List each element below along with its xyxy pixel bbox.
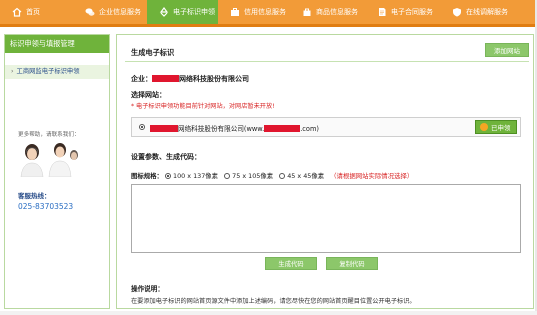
size-radio[interactable] bbox=[224, 173, 231, 179]
company-suffix: 网络科技股份有限公司 bbox=[179, 75, 249, 83]
site-text-middle: 网络科技股份有限公司(www. bbox=[178, 125, 265, 133]
size-option-75x105[interactable]: 75 x 105像素 bbox=[224, 172, 273, 180]
add-site-button[interactable]: 添加网站 bbox=[485, 43, 529, 57]
chat-bubbles-icon bbox=[85, 7, 95, 17]
site-radio[interactable] bbox=[139, 124, 145, 130]
chevron-right-icon: › bbox=[11, 68, 14, 75]
sidebar-item-label: 工商网监电子标识申领 bbox=[16, 68, 80, 75]
warning-text: * 电子标识申领功能目前针对网站，对网店暂未开放! bbox=[131, 103, 275, 110]
company-line: 企业： 网络科技股份有限公司 bbox=[131, 74, 249, 84]
nav-item-label: 首页 bbox=[26, 8, 40, 16]
icon-size-options: 图标规格： 100 x 137像素 75 x 105像素 45 x 45像素 （… bbox=[131, 171, 413, 180]
params-title: 设置参数、生成代码： bbox=[131, 153, 201, 161]
sidebar-item-e-id-apply[interactable]: › 工商网监电子标识申领 bbox=[5, 65, 109, 79]
redacted-domain bbox=[264, 125, 301, 132]
help-text: 更多帮助，请联系我们： bbox=[18, 132, 80, 138]
top-nav: 首页 企业信息服务 电子标识申领 信用信息服务 商品信息服务 电子合同服务 在线… bbox=[0, 0, 537, 27]
size-radio[interactable] bbox=[165, 173, 171, 179]
divider bbox=[125, 61, 529, 62]
shield-icon bbox=[452, 7, 462, 17]
size-option-label: 45 x 45像素 bbox=[287, 172, 325, 180]
nav-item-label: 企业信息服务 bbox=[99, 8, 141, 16]
copy-code-button[interactable]: 复制代码 bbox=[326, 257, 378, 270]
nav-item-home[interactable]: 首页 bbox=[0, 0, 73, 24]
sidebar-title: 标识申领与填报管理 bbox=[5, 35, 109, 53]
document-icon bbox=[377, 7, 387, 17]
hotline: 客服热线： 025-83703523 bbox=[18, 190, 73, 211]
size-option-label: 100 x 137像素 bbox=[173, 172, 219, 180]
applied-button[interactable]: 已申领 bbox=[475, 120, 517, 134]
customer-service-image bbox=[18, 139, 80, 178]
redacted-company-name bbox=[152, 75, 179, 82]
hotline-number[interactable]: 025-83703523 bbox=[18, 202, 73, 211]
site-text-end: .com) bbox=[300, 125, 319, 133]
nav-item-goods-info[interactable]: 商品信息服务 bbox=[290, 0, 365, 24]
nav-item-credit-info[interactable]: 信用信息服务 bbox=[218, 0, 290, 24]
nav-item-label: 信用信息服务 bbox=[244, 8, 286, 16]
nav-item-e-id-apply[interactable]: 电子标识申领 bbox=[147, 0, 218, 24]
nav-item-e-contract[interactable]: 电子合同服务 bbox=[365, 0, 440, 24]
instructions-text: 在要添加电子标识的网站首页源文件中添加上述编码，请您尽快在您的网站首页醒目位置公… bbox=[131, 298, 416, 305]
nav-item-online-mediation[interactable]: 在线调解服务 bbox=[440, 0, 537, 24]
hotline-label: 客服热线： bbox=[18, 192, 51, 200]
bag-icon bbox=[302, 7, 312, 17]
code-output-textarea[interactable] bbox=[131, 184, 521, 253]
size-hint: （请根据网站实际情况选择） bbox=[330, 172, 414, 180]
nav-item-label: 电子合同服务 bbox=[391, 8, 433, 16]
page-title: 生成电子标识 bbox=[131, 48, 175, 57]
size-label: 图标规格： bbox=[131, 172, 163, 180]
home-icon bbox=[12, 7, 22, 17]
size-radio[interactable] bbox=[279, 173, 286, 179]
instructions-title: 操作说明： bbox=[131, 285, 164, 293]
generate-code-button[interactable]: 生成代码 bbox=[265, 257, 317, 270]
size-option-45x45[interactable]: 45 x 45像素 bbox=[279, 172, 324, 180]
site-label: 网络科技股份有限公司(www. .com) bbox=[150, 123, 319, 133]
nav-item-enterprise-info[interactable]: 企业信息服务 bbox=[73, 0, 147, 24]
site-option-row[interactable]: 网络科技股份有限公司(www. .com) 已申领 bbox=[131, 117, 521, 137]
sidebar: 标识申领与填报管理 › 工商网监电子标识申领 更多帮助，请联系我们： 客服热线： … bbox=[4, 34, 110, 309]
size-option-100x137[interactable]: 100 x 137像素 bbox=[165, 172, 218, 180]
nav-item-label: 在线调解服务 bbox=[466, 8, 508, 16]
recycle-icon bbox=[159, 7, 169, 17]
briefcase-icon bbox=[230, 7, 240, 17]
main-panel: 生成电子标识 添加网站 企业： 网络科技股份有限公司 选择网站： * 电子标识申领… bbox=[116, 34, 534, 309]
nav-item-label: 商品信息服务 bbox=[316, 8, 358, 16]
company-prefix: 企业： bbox=[131, 75, 152, 83]
nav-item-label: 电子标识申领 bbox=[173, 8, 215, 16]
check-icon bbox=[480, 123, 488, 131]
choose-site-label: 选择网站： bbox=[131, 91, 166, 99]
size-option-label: 75 x 105像素 bbox=[232, 172, 274, 180]
applied-label: 已申领 bbox=[491, 124, 511, 132]
redacted-site-name bbox=[150, 125, 178, 132]
window-edge bbox=[0, 311, 537, 315]
